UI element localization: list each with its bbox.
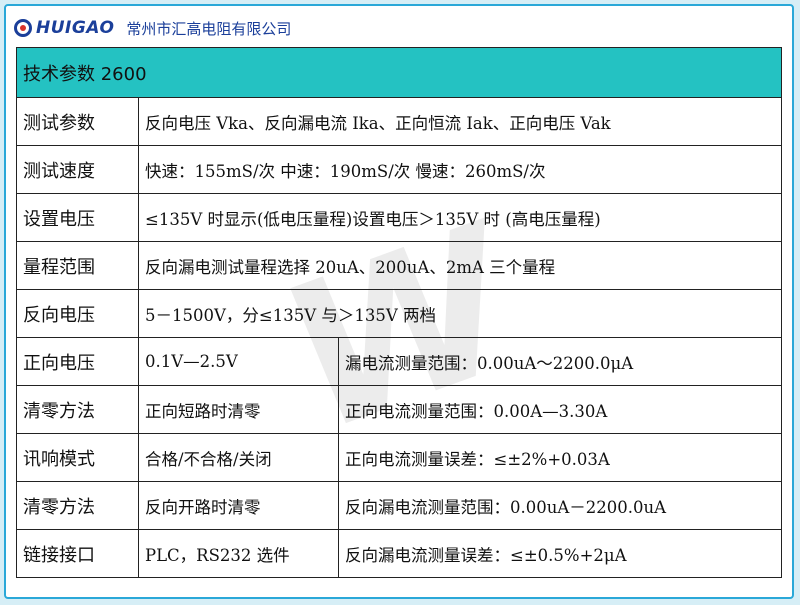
table-row: 测试速度 快速：155mS/次 中速：190mS/次 慢速：260mS/次	[16, 145, 782, 194]
row-value: 5－1500V，分≤135V 与＞135V 两档	[138, 289, 782, 338]
row-label: 量程范围	[16, 241, 139, 290]
header: HUIGAO 常州市汇高电阻有限公司	[14, 14, 291, 42]
row-label: 正向电压	[16, 337, 139, 386]
row-label: 清零方法	[16, 385, 139, 434]
table-title-row: 技术参数 2600	[16, 47, 782, 98]
row-label: 清零方法	[16, 481, 139, 530]
row-left-value: 正向短路时清零	[138, 385, 339, 434]
table-row: 清零方法 反向开路时清零 反向漏电流测量范围：0.00uA－2200.0uA	[16, 481, 782, 530]
row-right-value: 反向漏电流测量误差：≤±0.5%+2μA	[338, 529, 782, 578]
table-row: 讯响模式 合格/不合格/关闭 正向电流测量误差：≤±2%+0.03A	[16, 433, 782, 482]
brand-name: HUIGAO	[36, 18, 115, 38]
row-right-value: 反向漏电流测量范围：0.00uA－2200.0uA	[338, 481, 782, 530]
table-title: 技术参数 2600	[16, 47, 782, 98]
row-left-value: PLC，RS232 选件	[138, 529, 339, 578]
row-label: 测试参数	[16, 97, 139, 146]
row-label: 讯响模式	[16, 433, 139, 482]
row-left-value: 0.1V—2.5V	[138, 337, 339, 386]
row-right-value: 正向电流测量范围：0.00A—3.30A	[338, 385, 782, 434]
spec-table: 技术参数 2600 测试参数 反向电压 Vka、反向漏电流 Ika、正向恒流 I…	[16, 47, 782, 578]
table-row: 反向电压 5－1500V，分≤135V 与＞135V 两档	[16, 289, 782, 338]
row-label: 设置电压	[16, 193, 139, 242]
row-label: 反向电压	[16, 289, 139, 338]
table-row: 设置电压 ≤135V 时显示(低电压量程)设置电压＞135V 时 (高电压量程)	[16, 193, 782, 242]
row-value: 快速：155mS/次 中速：190mS/次 慢速：260mS/次	[138, 145, 782, 194]
table-row: 清零方法 正向短路时清零 正向电流测量范围：0.00A—3.30A	[16, 385, 782, 434]
row-right-value: 漏电流测量范围：0.00uA～2200.0μA	[338, 337, 782, 386]
row-value: 反向漏电测试量程选择 20uA、200uA、2mA 三个量程	[138, 241, 782, 290]
company-name: 常州市汇高电阻有限公司	[126, 19, 292, 38]
table-row: 正向电压 0.1V—2.5V 漏电流测量范围：0.00uA～2200.0μA	[16, 337, 782, 386]
table-row: 测试参数 反向电压 Vka、反向漏电流 Ika、正向恒流 Iak、正向电压 Va…	[16, 97, 782, 146]
table-row: 量程范围 反向漏电测试量程选择 20uA、200uA、2mA 三个量程	[16, 241, 782, 290]
row-label: 链接接口	[16, 529, 139, 578]
row-value: ≤135V 时显示(低电压量程)设置电压＞135V 时 (高电压量程)	[138, 193, 782, 242]
row-left-value: 反向开路时清零	[138, 481, 339, 530]
row-left-value: 合格/不合格/关闭	[138, 433, 339, 482]
row-label: 测试速度	[16, 145, 139, 194]
row-right-value: 正向电流测量误差：≤±2%+0.03A	[338, 433, 782, 482]
table-row: 链接接口 PLC，RS232 选件 反向漏电流测量误差：≤±0.5%+2μA	[16, 529, 782, 578]
brand-logo-icon	[14, 19, 32, 37]
row-value: 反向电压 Vka、反向漏电流 Ika、正向恒流 Iak、正向电压 Vak	[138, 97, 782, 146]
